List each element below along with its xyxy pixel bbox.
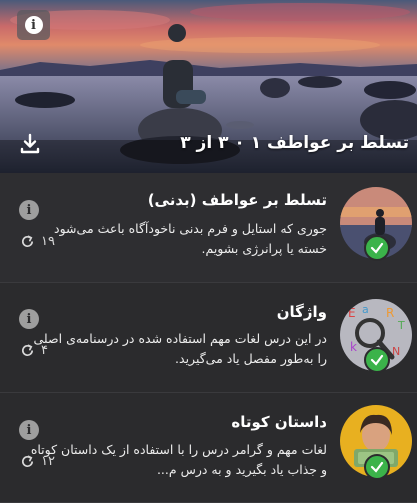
download-icon[interactable] bbox=[18, 132, 42, 156]
repeat-count: ۴ bbox=[20, 343, 48, 358]
svg-text:E: E bbox=[348, 306, 356, 320]
lesson-title: تسلط بر عواطف (بدنی) bbox=[147, 191, 327, 209]
repeat-count: ۱۲ bbox=[20, 454, 55, 469]
repeat-count-value: ۱۲ bbox=[41, 454, 55, 469]
lesson-description: لغات مهم و گرامر درس را با استفاده از یک… bbox=[30, 442, 327, 477]
lesson-title: داستان کوتاه bbox=[231, 413, 327, 431]
info-icon: i bbox=[24, 16, 43, 34]
svg-text:R: R bbox=[386, 306, 394, 320]
info-icon[interactable]: i bbox=[19, 200, 39, 220]
completed-check-icon bbox=[364, 454, 390, 480]
lesson-description: در این درس لغات مهم استفاده شده در درسنا… bbox=[33, 331, 327, 366]
completed-check-icon bbox=[364, 347, 390, 373]
hero-banner: i تسلط بر عواطف ۱ ۰ ۳ از ۳ bbox=[0, 0, 417, 173]
svg-text:a: a bbox=[362, 303, 369, 316]
completed-check-icon bbox=[364, 235, 390, 261]
info-icon[interactable]: i bbox=[19, 309, 39, 329]
hero-title: تسلط بر عواطف ۱ ۰ ۳ از ۳ bbox=[180, 133, 409, 153]
repeat-icon bbox=[21, 455, 34, 468]
repeat-count-value: ۱۹ bbox=[41, 234, 55, 249]
info-button[interactable]: i bbox=[17, 10, 50, 40]
lesson-row[interactable]: تسلط بر عواطف (بدنی) جوری که استایل و فر… bbox=[0, 173, 417, 283]
repeat-icon bbox=[21, 235, 34, 248]
repeat-icon bbox=[21, 344, 34, 357]
lesson-list: تسلط بر عواطف (بدنی) جوری که استایل و فر… bbox=[0, 173, 417, 503]
repeat-count: ۱۹ bbox=[20, 234, 55, 249]
lesson-row[interactable]: E a R T k N واژگان در این درس لغات مهم ا… bbox=[0, 283, 417, 393]
lesson-row[interactable]: داستان کوتاه لغات مهم و گرامر درس را با … bbox=[0, 393, 417, 503]
repeat-count-value: ۴ bbox=[41, 343, 48, 358]
info-icon[interactable]: i bbox=[19, 420, 39, 440]
svg-text:T: T bbox=[397, 319, 405, 332]
lesson-title: واژگان bbox=[276, 303, 327, 321]
lesson-description: جوری که استایل و فرم بدنی ناخودآگاه باعث… bbox=[54, 221, 327, 256]
svg-text:k: k bbox=[350, 340, 357, 354]
